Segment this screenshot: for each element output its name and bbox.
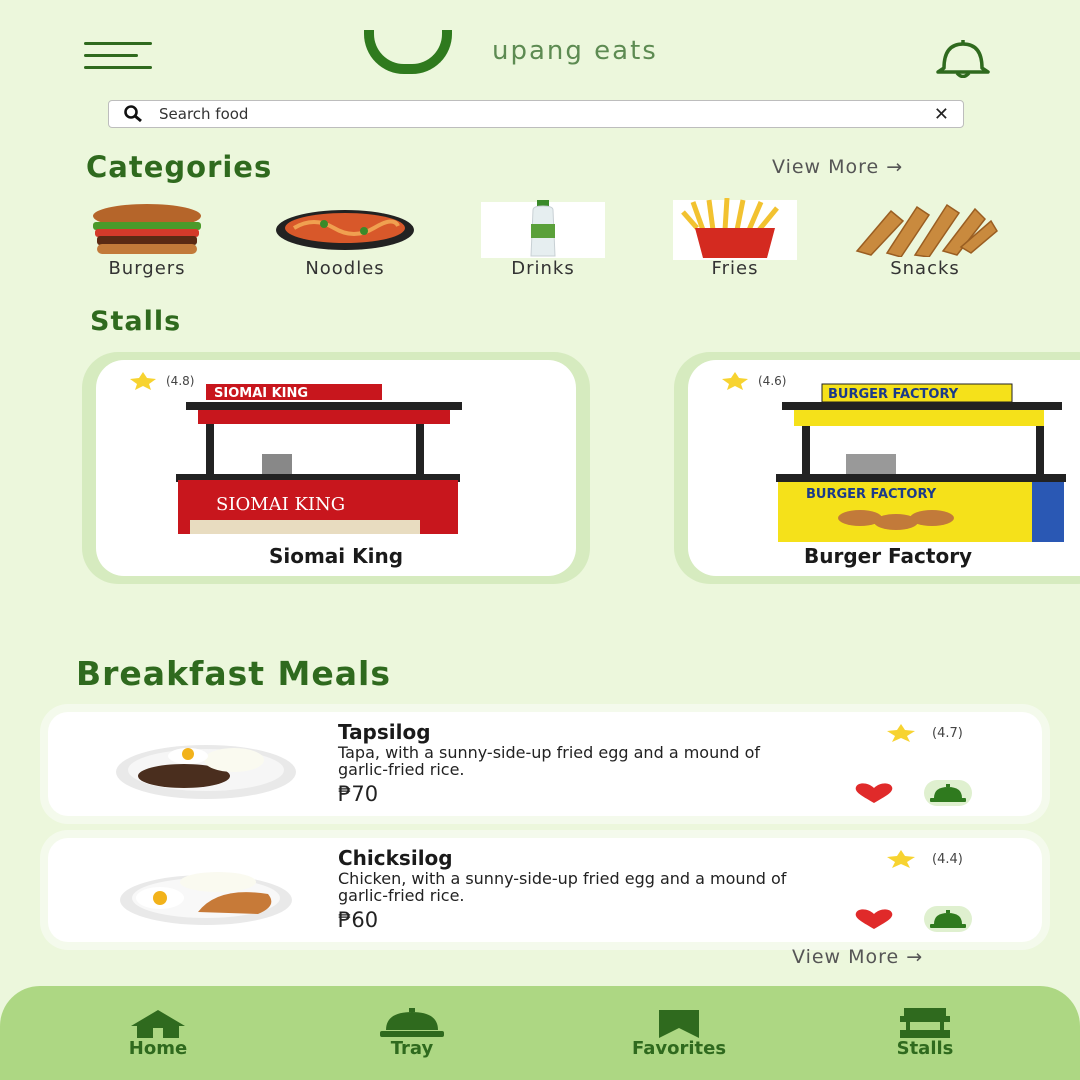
cart-sign-text: BURGER FACTORY	[828, 387, 959, 402]
bookmark-icon	[659, 1010, 699, 1038]
category-noodles[interactable]: Noodles	[270, 200, 420, 279]
cart-sign-text: SIOMAI KING	[214, 386, 308, 401]
category-label: Noodles	[305, 258, 385, 279]
search-bar[interactable]: ✕	[108, 100, 964, 128]
star-icon	[887, 724, 915, 742]
favorite-heart-icon[interactable]	[852, 908, 896, 930]
category-fries[interactable]: Fries	[660, 198, 810, 279]
meal-name: Chicksilog	[338, 846, 453, 870]
categories-title: Categories	[86, 150, 273, 184]
meal-description: Chicken, with a sunny-side-up fried egg …	[338, 869, 787, 905]
cart-body-text: BURGER FACTORY	[806, 487, 937, 502]
meal-description: Tapa, with a sunny-side-up fried egg and…	[338, 743, 761, 779]
category-burgers[interactable]: Burgers	[72, 200, 222, 279]
meal-price: ₱60	[338, 908, 379, 932]
category-drinks[interactable]: Drinks	[468, 200, 618, 279]
tray-icon	[930, 910, 966, 928]
nav-label: Home	[128, 1038, 188, 1059]
search-input[interactable]	[159, 105, 934, 123]
star-icon	[130, 372, 156, 390]
meal-price: ₱70	[338, 782, 379, 806]
meal-rating: (4.7)	[884, 724, 963, 742]
nav-favorites[interactable]: Favorites	[604, 1008, 754, 1059]
category-label: Fries	[711, 258, 759, 279]
cart-body-text: SIOMAI KING	[216, 494, 345, 515]
notification-bell-icon[interactable]	[930, 38, 996, 78]
bottom-nav: Home Tray Favorites Stalls	[0, 986, 1080, 1080]
star-icon	[887, 850, 915, 868]
star-icon	[722, 372, 748, 390]
add-to-tray-button[interactable]	[924, 906, 972, 932]
app-name: upang eats	[492, 36, 658, 66]
nav-home[interactable]: Home	[110, 1008, 206, 1059]
search-icon	[124, 105, 142, 123]
home-icon	[131, 1010, 185, 1038]
stall-name: Siomai King	[268, 544, 404, 568]
stall-card-burger-factory[interactable]: (4.6) BURGER FACTORY BURGER FACTORY Burg…	[674, 352, 1080, 584]
stall-icon	[900, 1008, 950, 1038]
drink-bottle-icon	[481, 200, 605, 258]
breakfast-meals-title: Breakfast Meals	[76, 654, 391, 693]
clear-search-icon[interactable]: ✕	[934, 104, 949, 125]
meal-card-chicksilog[interactable]: Chicksilog Chicken, with a sunny-side-up…	[48, 838, 1042, 942]
add-to-tray-button[interactable]	[924, 780, 972, 806]
nav-label: Favorites	[631, 1038, 727, 1059]
category-label: Snacks	[890, 258, 960, 279]
category-snacks[interactable]: Snacks	[850, 200, 1000, 279]
burger-icon	[93, 204, 201, 254]
stall-name: Burger Factory	[804, 544, 973, 568]
app-logo: upang eats	[364, 30, 658, 74]
meal-rating: (4.4)	[884, 850, 963, 868]
category-label: Burgers	[108, 258, 186, 279]
meal-rating-value: (4.7)	[932, 725, 963, 741]
favorite-heart-icon[interactable]	[852, 782, 896, 804]
burger-factory-cart-image: BURGER FACTORY BURGER FACTORY	[776, 383, 1066, 542]
logo-mark	[364, 30, 452, 74]
chicksilog-image	[120, 872, 292, 925]
stall-card-siomai-king[interactable]: (4.8) SIOMAI KING SIOMAI KING Siomai Kin…	[82, 352, 590, 584]
siomai-king-cart-image: SIOMAI KING SIOMAI KING	[176, 384, 462, 534]
tapsilog-image	[116, 745, 296, 799]
tray-icon	[930, 784, 966, 802]
tray-icon	[380, 1008, 444, 1037]
categories-view-more-link[interactable]: View More →	[772, 156, 903, 178]
meal-rating-value: (4.4)	[932, 851, 963, 867]
nav-stalls[interactable]: Stalls	[880, 1008, 970, 1059]
meal-card-tapsilog[interactable]: Tapsilog Tapa, with a sunny-side-up frie…	[48, 712, 1042, 816]
meal-name: Tapsilog	[338, 720, 431, 744]
nav-label: Stalls	[896, 1038, 954, 1059]
nav-tray[interactable]: Tray	[372, 1008, 452, 1059]
stalls-title: Stalls	[90, 306, 182, 337]
menu-icon[interactable]	[84, 42, 152, 72]
snacks-icon	[855, 203, 998, 257]
meals-view-more-link[interactable]: View More →	[792, 946, 923, 968]
category-label: Drinks	[511, 258, 575, 279]
nav-label: Tray	[390, 1038, 434, 1059]
fries-icon	[673, 198, 797, 260]
noodles-icon	[276, 210, 414, 250]
